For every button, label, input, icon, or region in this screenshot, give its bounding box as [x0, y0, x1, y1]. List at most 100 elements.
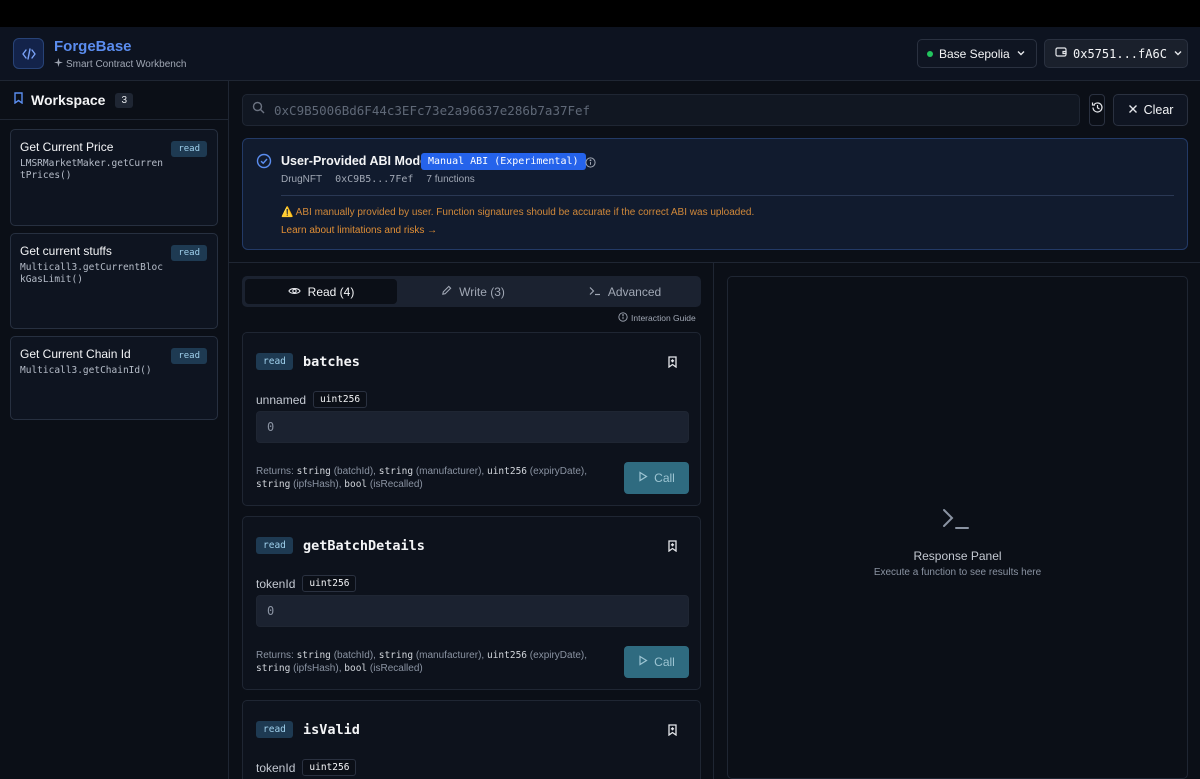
- tab-advanced[interactable]: Advanced: [549, 279, 701, 304]
- tab-read[interactable]: Read (4): [245, 279, 397, 304]
- terminal-icon: [940, 502, 972, 539]
- network-selector[interactable]: Base Sepolia: [917, 39, 1037, 68]
- function-card: read isValid tokenId uint256: [242, 700, 701, 779]
- bookmark-add-icon[interactable]: [667, 723, 678, 741]
- tab-write[interactable]: Write (3): [397, 279, 549, 304]
- param-name: tokenId: [256, 760, 296, 775]
- contract-search-input[interactable]: 0xC9B5006Bd6F44c3EFc73e2a96637e286b7a37F…: [242, 94, 1080, 126]
- param-input[interactable]: 0: [256, 595, 689, 627]
- return-type: string: [378, 466, 414, 477]
- chevron-down-icon: [1173, 47, 1183, 61]
- param-label: tokenId uint256: [256, 575, 357, 592]
- return-name: (isRecalled): [369, 663, 423, 674]
- code-icon: [13, 38, 44, 69]
- network-label: Base Sepolia: [939, 46, 1010, 61]
- workspace-item[interactable]: Get current stuffs Multicall3.getCurrent…: [10, 233, 218, 329]
- divider: [229, 262, 1200, 263]
- return-type: uint256: [486, 466, 528, 477]
- abi-mode-badge: Manual ABI (Experimental): [421, 153, 586, 170]
- bookmark-add-icon[interactable]: [667, 539, 678, 557]
- return-name: (expiryDate): [529, 466, 585, 477]
- read-badge: read: [256, 353, 293, 370]
- contract-name: DrugNFT: [281, 174, 323, 185]
- chevron-down-icon: [1016, 47, 1026, 61]
- response-panel-title: Response Panel: [913, 549, 1002, 563]
- tab-read-label: Read (4): [307, 284, 355, 299]
- workspace-title: Workspace: [31, 92, 106, 108]
- return-name: (manufacturer): [415, 466, 482, 477]
- call-label: Call: [654, 655, 675, 669]
- function-tabs: Read (4) Write (3) Advanced: [242, 276, 701, 307]
- response-panel-subtitle: Execute a function to see results here: [873, 567, 1042, 578]
- limitations-link[interactable]: Learn about limitations and risks →: [281, 225, 437, 236]
- workspace-sidebar: Workspace 3 Get Current Price LMSRMarket…: [0, 81, 229, 779]
- bookmark-icon: [13, 91, 24, 109]
- read-badge: read: [256, 721, 293, 738]
- network-status-dot: [927, 50, 933, 57]
- param-label: unnamed uint256: [256, 391, 368, 408]
- clear-button[interactable]: Clear: [1113, 94, 1188, 126]
- divider: [713, 263, 714, 779]
- call-button[interactable]: Call: [624, 646, 689, 678]
- contract-meta: DrugNFT 0xC9B5...7Fef 7 functions: [281, 174, 475, 185]
- search-icon: [252, 101, 265, 119]
- eye-icon: [287, 285, 301, 299]
- abi-mode-title: User-Provided ABI Mode: [281, 154, 428, 168]
- param-type: uint256: [313, 391, 368, 408]
- param-name: unnamed: [256, 392, 307, 407]
- returns-label: Returns:: [256, 466, 294, 477]
- workspace-item[interactable]: Get Current Price LMSRMarketMaker.getCur…: [10, 129, 218, 226]
- function-name: isValid: [303, 722, 360, 738]
- function-name: getBatchDetails: [303, 538, 425, 554]
- param-type: uint256: [302, 575, 357, 592]
- terminal-icon: [589, 285, 601, 299]
- return-name: (ipfsHash): [293, 663, 339, 674]
- return-type: string: [296, 650, 331, 661]
- read-badge: read: [171, 348, 207, 364]
- call-label: Call: [654, 471, 675, 485]
- return-type: string: [296, 466, 331, 477]
- workspace-item-function: Multicall3.getChainId(): [20, 365, 152, 376]
- return-name: (expiryDate): [529, 650, 585, 661]
- wallet-button[interactable]: 0x5751...fA6C: [1044, 39, 1188, 68]
- wallet-icon: [1055, 46, 1067, 61]
- return-type: string: [378, 650, 414, 661]
- wallet-address: 0x5751...fA6C: [1073, 46, 1167, 61]
- read-badge: read: [256, 537, 293, 554]
- search-value: 0xC9B5006Bd6F44c3EFc73e2a96637e286b7a37F…: [274, 102, 591, 118]
- param-name: tokenId: [256, 576, 296, 591]
- return-name: (manufacturer): [415, 650, 482, 661]
- workspace-count-badge: 3: [115, 92, 134, 108]
- main-content: 0xC9B5006Bd6F44c3EFc73e2a96637e286b7a37F…: [229, 81, 1200, 779]
- return-type: uint256: [486, 650, 528, 661]
- workspace-item-function: Multicall3.getCurrentBlockGasLimit(): [20, 262, 163, 285]
- spark-icon: [54, 58, 63, 70]
- returns-description: Returns: string (batchId), string (manuf…: [256, 650, 588, 674]
- play-icon: [638, 655, 648, 669]
- return-type: string: [256, 663, 291, 674]
- app-header: ForgeBase Smart Contract Workbench Base …: [0, 27, 1200, 81]
- call-button[interactable]: Call: [624, 462, 689, 494]
- return-name: (batchId): [333, 650, 374, 661]
- info-icon: [618, 312, 628, 324]
- read-badge: read: [171, 245, 207, 261]
- app-title: ForgeBase: [54, 38, 132, 55]
- abi-warning: ⚠️ ABI manually provided by user. Functi…: [281, 207, 755, 218]
- param-input[interactable]: 0: [256, 411, 689, 443]
- function-card: read batches unnamed uint256 0 Returns: …: [242, 332, 701, 506]
- close-icon: [1128, 103, 1138, 117]
- tab-write-label: Write (3): [459, 284, 505, 299]
- history-button[interactable]: [1089, 94, 1105, 126]
- read-badge: read: [171, 141, 207, 157]
- check-circle-icon: [256, 153, 272, 174]
- workspace-item[interactable]: Get Current Chain Id Multicall3.getChain…: [10, 336, 218, 420]
- interaction-guide-link[interactable]: Interaction Guide: [618, 312, 696, 324]
- returns-description: Returns: string (batchId), string (manuf…: [256, 466, 588, 490]
- clear-label: Clear: [1143, 103, 1174, 117]
- app-subtitle-text: Smart Contract Workbench: [66, 58, 187, 70]
- bookmark-add-icon[interactable]: [667, 355, 678, 373]
- return-name: (batchId): [333, 466, 374, 477]
- return-type: bool: [344, 479, 368, 490]
- info-icon[interactable]: [585, 155, 596, 173]
- pencil-icon: [441, 285, 452, 299]
